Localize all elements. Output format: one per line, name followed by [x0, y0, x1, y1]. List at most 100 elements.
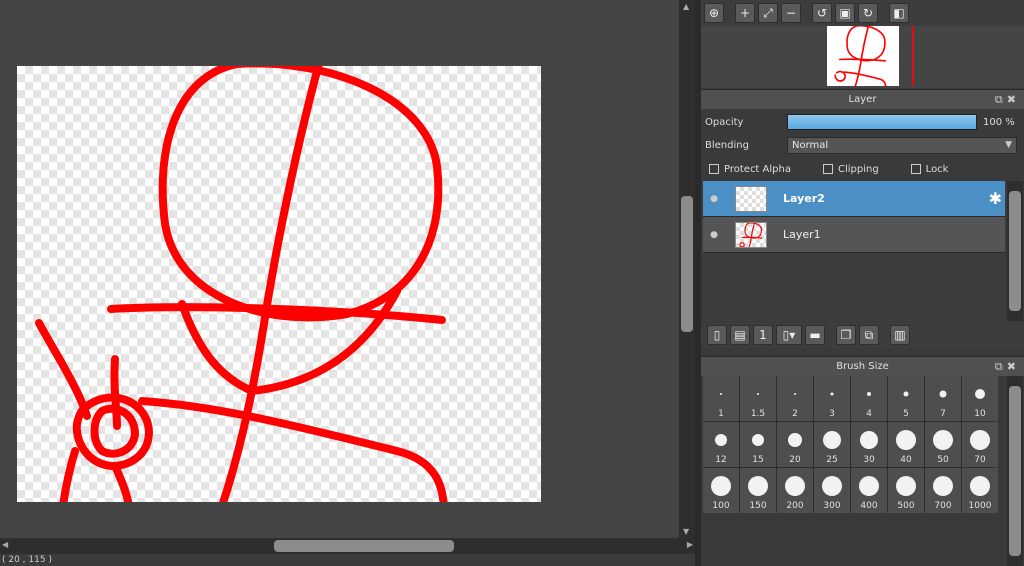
chevron-down-icon: ▼ — [1005, 139, 1012, 150]
brush-size-scroll-thumb[interactable] — [1009, 386, 1021, 556]
merge-layer-icon[interactable]: ⧉ — [859, 325, 879, 345]
navigator-sketch — [834, 26, 887, 86]
brush-size-cell[interactable]: 200 — [777, 468, 813, 513]
brush-size-scrollbar[interactable] — [1007, 376, 1023, 566]
rotate-left-icon[interactable]: ↺ — [812, 3, 832, 23]
brush-size-cell[interactable]: 40 — [888, 422, 924, 467]
brush-size-cell[interactable]: 5 — [888, 376, 924, 421]
drawing-canvas[interactable] — [17, 66, 541, 502]
fit-icon[interactable]: ⤢ — [758, 3, 778, 23]
checkbox-box[interactable] — [910, 164, 921, 174]
flip-icon[interactable]: ◧ — [889, 3, 909, 23]
navigator-preview[interactable] — [701, 26, 1024, 88]
add-layer-menu-icon[interactable]: ▯▾ — [776, 325, 802, 345]
right-leg-stroke — [111, 462, 133, 502]
blending-label: Blending — [705, 139, 749, 151]
scroll-up-icon[interactable]: ▲ — [683, 2, 689, 11]
brush-size-value: 2 — [792, 409, 798, 419]
blending-select[interactable]: Normal ▼ — [787, 136, 1017, 154]
opacity-label: Opacity — [705, 116, 744, 128]
brush-size-cell[interactable]: 50 — [925, 422, 961, 467]
undock-icon[interactable]: ⧉ — [995, 360, 1007, 373]
cursor-coordinates: ( 20 , 115 ) — [0, 554, 695, 566]
new-layer-icon[interactable]: ▯ — [707, 325, 727, 345]
brush-size-cell[interactable]: 25 — [814, 422, 850, 467]
brush-size-value: 70 — [974, 455, 986, 465]
lock-checkbox[interactable]: Lock — [910, 163, 949, 175]
brush-size-value: 300 — [823, 501, 841, 511]
canvas-vertical-scroll-thumb[interactable] — [681, 196, 693, 332]
trash-icon[interactable]: ▥ — [890, 325, 910, 345]
canvas-vertical-scrollbar[interactable]: ▲ ▼ — [679, 0, 695, 538]
new-raster-layer-icon[interactable]: ▤ — [730, 325, 750, 345]
brush-size-dot — [939, 390, 947, 398]
layer-thumbnail — [735, 185, 767, 212]
zoom-out-icon[interactable]: − — [781, 3, 801, 23]
brush-panel-empty-area — [701, 514, 1007, 566]
brush-size-cell[interactable]: 30 — [851, 422, 887, 467]
canvas-horizontal-scroll-thumb[interactable] — [274, 540, 454, 552]
brush-size-cell[interactable]: 12 — [703, 422, 739, 467]
finger-stroke — [110, 355, 121, 430]
brush-size-value: 4 — [866, 409, 872, 419]
canvas-workspace[interactable] — [0, 0, 680, 538]
navigator-viewport-marker — [912, 26, 914, 86]
layer-list-scrollbar[interactable] — [1007, 181, 1023, 321]
brush-size-cell[interactable]: 2 — [777, 376, 813, 421]
brush-size-cell[interactable]: 100 — [703, 468, 739, 513]
brush-size-value: 100 — [712, 501, 730, 511]
close-icon[interactable]: ✖ — [1007, 93, 1020, 106]
brush-size-dot — [933, 430, 953, 450]
brush-size-panel-title: Brush Size — [836, 361, 889, 372]
brush-size-cell[interactable]: 400 — [851, 468, 887, 513]
protect-alpha-label: Protect Alpha — [724, 163, 791, 175]
brush-size-dot — [860, 431, 878, 449]
brush-size-cell[interactable]: 7 — [925, 376, 961, 421]
brush-size-value: 50 — [937, 455, 949, 465]
checkbox-box[interactable] — [822, 164, 833, 174]
close-icon[interactable]: ✖ — [1007, 360, 1020, 373]
checkbox-box[interactable] — [709, 164, 719, 174]
brush-size-cell[interactable]: 70 — [962, 422, 998, 467]
clipping-checkbox[interactable]: Clipping — [822, 164, 879, 175]
canvas-horizontal-scrollbar[interactable]: ◀ ▶ — [0, 538, 695, 554]
brush-size-cell[interactable]: 20 — [777, 422, 813, 467]
brush-size-cell[interactable]: 1.5 — [740, 376, 776, 421]
folder-icon[interactable]: ▬ — [805, 325, 825, 345]
lock-label: Lock — [925, 163, 949, 175]
duplicate-layer-icon[interactable]: ❐ — [836, 325, 856, 345]
brush-size-cell[interactable]: 4 — [851, 376, 887, 421]
brush-size-cell[interactable]: 1 — [703, 376, 739, 421]
brush-size-cell[interactable]: 150 — [740, 468, 776, 513]
brush-size-cell[interactable]: 700 — [925, 468, 961, 513]
layer-row-layer1[interactable]: ● Layer1 — [703, 217, 1005, 253]
scroll-right-icon[interactable]: ▶ — [687, 540, 693, 549]
new-halftone-layer-icon[interactable]: 1 — [753, 325, 773, 345]
opacity-slider[interactable] — [787, 114, 977, 130]
rotate-right-icon[interactable]: ↻ — [858, 3, 878, 23]
brush-size-cell[interactable]: 3 — [814, 376, 850, 421]
brush-size-cell[interactable]: 500 — [888, 468, 924, 513]
zoom-icon[interactable]: ⊕ — [704, 3, 724, 23]
opacity-row: Opacity 100 % — [705, 113, 1020, 131]
navigator-toolbar: ⊕ + ⤢ − ↺ ▣ ↻ ◧ — [701, 0, 1024, 26]
protect-alpha-checkbox[interactable]: Protect Alpha — [709, 164, 791, 175]
gear-icon[interactable]: ✱ — [989, 189, 1002, 208]
scroll-left-icon[interactable]: ◀ — [2, 540, 8, 549]
undock-icon[interactable]: ⧉ — [995, 93, 1007, 106]
actual-size-icon[interactable]: ▣ — [835, 3, 855, 23]
layer-list-scroll-thumb[interactable] — [1009, 191, 1021, 311]
visibility-icon[interactable]: ● — [705, 230, 723, 240]
scroll-down-icon[interactable]: ▼ — [683, 527, 689, 536]
brush-size-cell[interactable]: 10 — [962, 376, 998, 421]
visibility-icon[interactable]: ● — [705, 194, 723, 204]
brush-size-cell[interactable]: 15 — [740, 422, 776, 467]
opacity-slider-fill — [788, 115, 976, 129]
brush-size-cell[interactable]: 1000 — [962, 468, 998, 513]
brush-size-value: 25 — [826, 455, 838, 465]
brush-size-value: 200 — [786, 501, 804, 511]
brush-size-cell[interactable]: 300 — [814, 468, 850, 513]
layer-row-layer2[interactable]: ● Layer2 ✱ — [703, 181, 1005, 217]
zoom-in-icon[interactable]: + — [735, 3, 755, 23]
right-panel: ⊕ + ⤢ − ↺ ▣ ↻ ◧ Layer ⧉✖ Opacity 100 % B… — [701, 0, 1024, 566]
